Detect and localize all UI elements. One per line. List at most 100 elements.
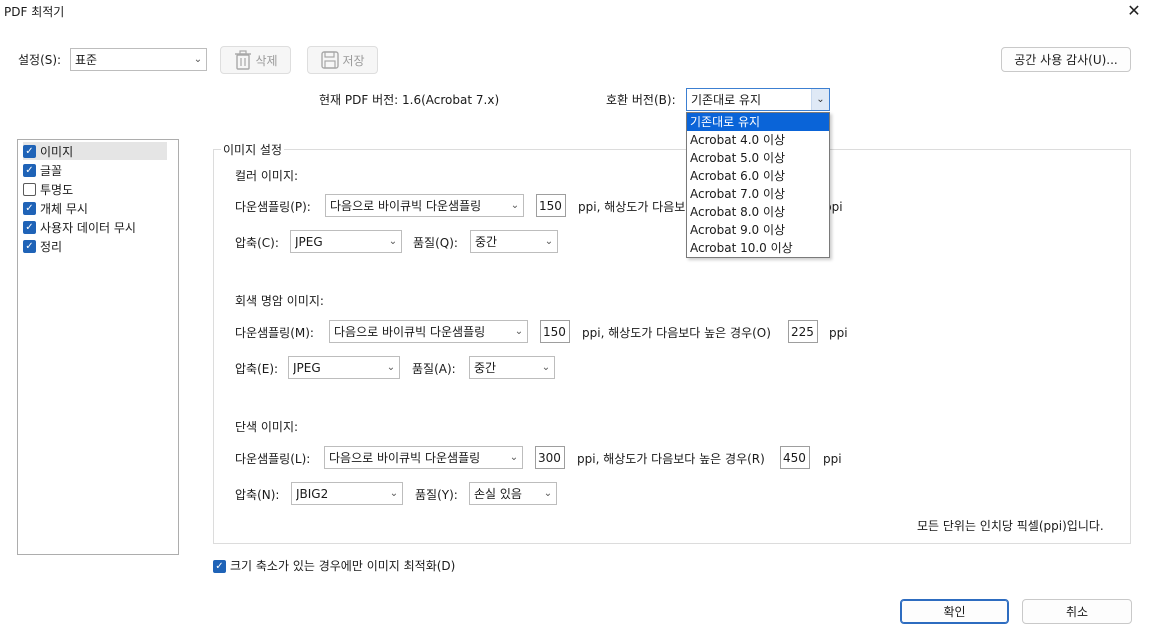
checkbox-unchecked-icon[interactable]	[23, 182, 36, 196]
mono-compression-select[interactable]: JBIG2 ⌄	[291, 482, 403, 505]
list-item-label: 개체 무시	[40, 201, 88, 216]
color-quality-select[interactable]: 중간 ⌄	[470, 230, 558, 253]
ok-button[interactable]: 확인	[900, 599, 1009, 624]
delete-button[interactable]: 삭제	[220, 46, 291, 74]
list-item-label: 정리	[40, 239, 63, 254]
gray-compression-label: 압축(E):	[235, 362, 279, 376]
gray-images-heading: 회색 명암 이미지:	[235, 294, 324, 308]
color-downsample-value: 다음으로 바이큐빅 다운샘플링	[330, 199, 482, 213]
checkbox-checked-icon[interactable]: ✓	[23, 220, 36, 234]
compat-version-dropdown: 기존대로 유지 Acrobat 4.0 이상 Acrobat 5.0 이상 Ac…	[686, 112, 830, 258]
list-item-fonts[interactable]: ✓ 글꼴	[23, 161, 62, 179]
list-item-transparency[interactable]: 투명도	[23, 180, 73, 198]
gray-quality-value: 중간	[474, 361, 497, 375]
mono-quality-label: 품질(Y):	[415, 488, 458, 502]
list-item-clean-up[interactable]: ✓ 정리	[23, 237, 62, 255]
list-item-label: 투명도	[40, 182, 74, 197]
cancel-button[interactable]: 취소	[1022, 599, 1132, 624]
mono-downsample-value: 다음으로 바이큐빅 다운샘플링	[329, 451, 481, 465]
gray-quality-label: 품질(A):	[412, 362, 456, 376]
settings-select-value: 표준	[75, 53, 98, 67]
optimize-only-label: 크기 축소가 있는 경우에만 이미지 최적화(D)	[230, 559, 456, 573]
dropdown-option[interactable]: Acrobat 4.0 이상	[687, 131, 829, 149]
dropdown-option[interactable]: Acrobat 8.0 이상	[687, 203, 829, 221]
checkbox-checked-icon[interactable]: ✓	[23, 144, 36, 158]
audit-space-button[interactable]: 공간 사용 감사(U)...	[1001, 47, 1131, 72]
gray-ppi-input[interactable]: 150	[540, 320, 570, 343]
gray-threshold-input[interactable]: 225	[788, 320, 818, 343]
gray-compression-select[interactable]: JPEG ⌄	[288, 356, 400, 379]
compat-version-select[interactable]: 기존대로 유지 ⌄	[686, 88, 830, 111]
image-settings-title: 이미지 설정	[221, 141, 285, 158]
save-icon	[321, 51, 340, 69]
dropdown-option[interactable]: Acrobat 10.0 이상	[687, 239, 829, 257]
color-compression-label: 압축(C):	[235, 236, 279, 250]
list-item-images[interactable]: ✓ 이미지	[23, 142, 167, 160]
chevron-down-icon: ⌄	[388, 236, 398, 247]
trash-icon	[235, 50, 252, 70]
gray-downsample-label: 다운샘플링(M):	[235, 326, 314, 340]
ppi-footnote: 모든 단위는 인치당 픽셀(ppi)입니다.	[917, 519, 1104, 533]
settings-select[interactable]: 표준 ⌄	[70, 48, 207, 71]
mono-threshold-label: ppi, 해상도가 다음보다 높은 경우(R)	[577, 452, 765, 466]
mono-ppi-unit: ppi	[823, 452, 842, 466]
cancel-button-label: 취소	[1065, 605, 1089, 619]
chevron-down-icon: ⌄	[386, 362, 396, 373]
current-version-text: 현재 PDF 버전: 1.6(Acrobat 7.x)	[319, 93, 500, 107]
chevron-down-icon: ⌄	[514, 326, 524, 337]
list-item-label: 사용자 데이터 무시	[40, 220, 136, 235]
compat-version-label: 호환 버전(B):	[606, 93, 676, 107]
list-item-discard-user-data[interactable]: ✓ 사용자 데이터 무시	[23, 218, 136, 236]
gray-quality-select[interactable]: 중간 ⌄	[469, 356, 555, 379]
delete-button-label: 삭제	[255, 53, 278, 68]
mono-images-heading: 단색 이미지:	[235, 420, 299, 434]
optimize-only-option[interactable]: ✓ 크기 축소가 있는 경우에만 이미지 최적화(D)	[213, 558, 455, 574]
dropdown-option[interactable]: Acrobat 7.0 이상	[687, 185, 829, 203]
save-button[interactable]: 저장	[307, 46, 378, 74]
category-list: ✓ 이미지 ✓ 글꼴 투명도 ✓ 개체 무시 ✓ 사용자 데이터 무시 ✓ 정리	[17, 139, 179, 555]
mono-ppi-input[interactable]: 300	[535, 446, 565, 469]
checkbox-checked-icon[interactable]: ✓	[23, 201, 36, 215]
color-compression-select[interactable]: JPEG ⌄	[290, 230, 402, 253]
chevron-down-icon: ⌄	[510, 200, 520, 211]
checkbox-checked-icon[interactable]: ✓	[23, 163, 36, 177]
gray-threshold-label: ppi, 해상도가 다음보다 높은 경우(O)	[582, 326, 771, 340]
color-quality-label: 품질(Q):	[413, 236, 458, 250]
ok-button-label: 확인	[943, 605, 966, 619]
gray-compression-value: JPEG	[293, 360, 321, 375]
close-icon[interactable]: ✕	[1123, 0, 1145, 22]
compat-version-value: 기존대로 유지	[691, 93, 762, 107]
color-ppi-input[interactable]: 150	[536, 194, 566, 217]
dropdown-option[interactable]: Acrobat 6.0 이상	[687, 167, 829, 185]
mono-compression-value: JBIG2	[296, 486, 329, 501]
list-item-discard-objects[interactable]: ✓ 개체 무시	[23, 199, 88, 217]
gray-downsample-select[interactable]: 다음으로 바이큐빅 다운샘플링 ⌄	[329, 320, 528, 343]
dropdown-option[interactable]: Acrobat 9.0 이상	[687, 221, 829, 239]
color-images-heading: 컬러 이미지:	[235, 169, 299, 183]
checkbox-checked-icon[interactable]: ✓	[213, 559, 226, 573]
gray-ppi-unit: ppi	[829, 326, 848, 340]
mono-downsample-select[interactable]: 다음으로 바이큐빅 다운샘플링 ⌄	[324, 446, 523, 469]
chevron-down-icon: ⌄	[811, 89, 829, 110]
mono-downsample-label: 다운샘플링(L):	[235, 452, 311, 466]
color-downsample-select[interactable]: 다음으로 바이큐빅 다운샘플링 ⌄	[325, 194, 524, 217]
dropdown-option[interactable]: Acrobat 5.0 이상	[687, 149, 829, 167]
checkbox-checked-icon[interactable]: ✓	[23, 239, 36, 253]
gray-downsample-value: 다음으로 바이큐빅 다운샘플링	[334, 325, 486, 339]
mono-compression-label: 압축(N):	[235, 488, 280, 502]
chevron-down-icon: ⌄	[193, 54, 203, 65]
mono-quality-select[interactable]: 손실 있음 ⌄	[469, 482, 557, 505]
color-downsample-label: 다운샘플링(P):	[235, 200, 311, 214]
mono-threshold-input[interactable]: 450	[780, 446, 810, 469]
chevron-down-icon: ⌄	[543, 488, 553, 499]
dropdown-option[interactable]: 기존대로 유지	[687, 113, 829, 131]
chevron-down-icon: ⌄	[544, 236, 554, 247]
window-title: PDF 최적기	[4, 5, 65, 19]
list-item-label: 글꼴	[40, 163, 63, 178]
audit-space-button-label: 공간 사용 감사(U)...	[1014, 53, 1118, 67]
settings-label: 설정(S):	[18, 53, 62, 67]
chevron-down-icon: ⌄	[541, 362, 551, 373]
save-button-label: 저장	[342, 53, 365, 68]
mono-quality-value: 손실 있음	[474, 487, 522, 501]
list-item-label: 이미지	[40, 144, 74, 159]
